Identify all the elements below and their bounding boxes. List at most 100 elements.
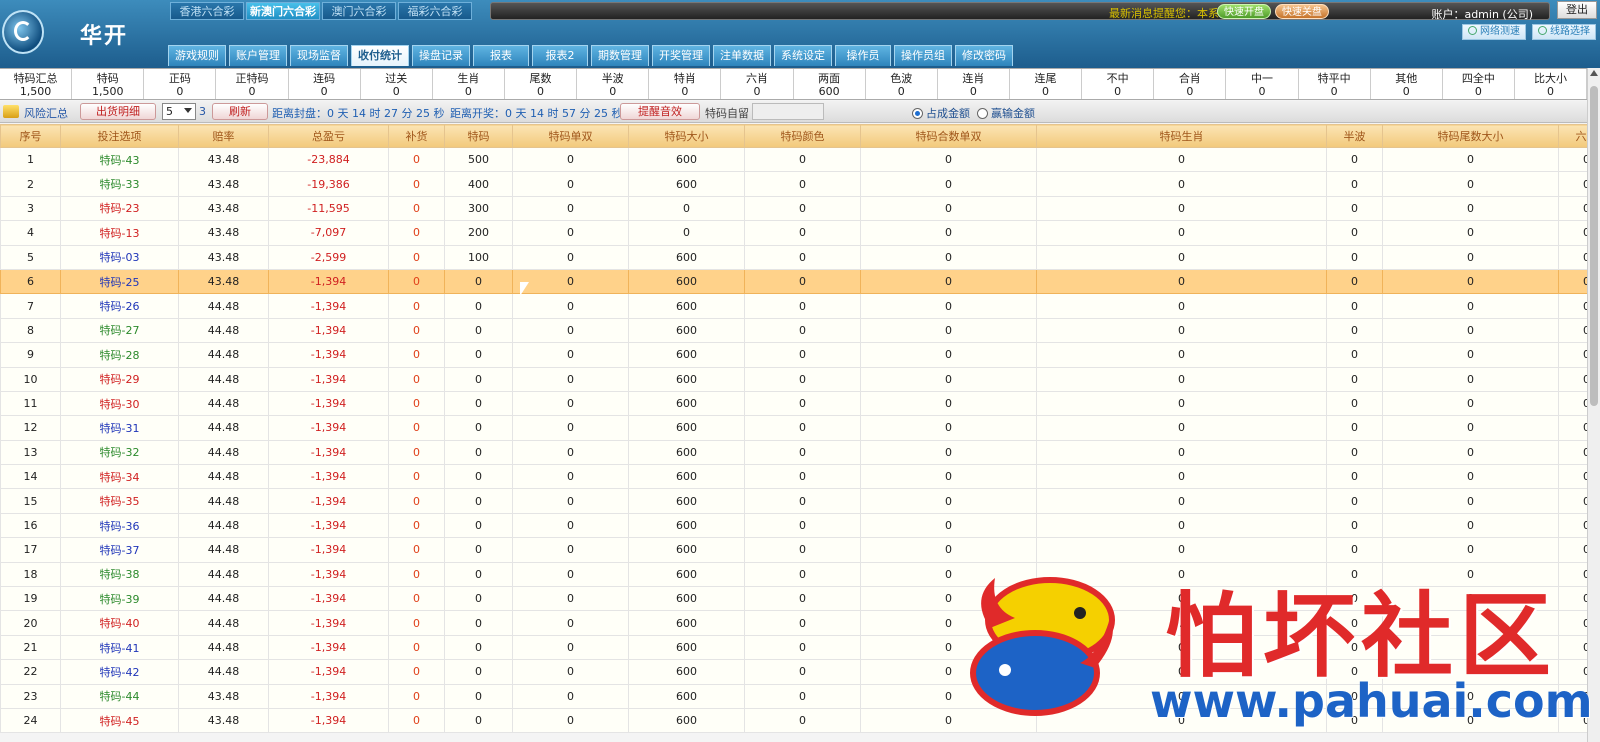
menu-system-settings[interactable]: 系统设定 xyxy=(774,45,832,66)
summary-cell[interactable]: 特码汇总 1,500 xyxy=(0,69,73,99)
table-row[interactable]: 3特码-2343.48-11,59503000000000000 xyxy=(0,195,1587,222)
summary-cell[interactable]: 尾数 0 xyxy=(505,69,578,99)
menu-period-management[interactable]: 期数管理 xyxy=(591,45,649,66)
table-row[interactable]: 10特码-2944.48-1,39400060000000000 xyxy=(0,366,1587,392)
summary-cell[interactable]: 特肖 0 xyxy=(649,69,722,99)
menu-operators[interactable]: 操作员 xyxy=(835,45,891,66)
summary-label: 色波 xyxy=(890,72,913,85)
summary-cell[interactable]: 特平中 0 xyxy=(1299,69,1371,99)
summary-cell[interactable]: 连尾 0 xyxy=(1010,69,1083,99)
summary-cell[interactable]: 中一 0 xyxy=(1226,69,1299,99)
tab-new-macau-lottery[interactable]: 新澳门六合彩 xyxy=(246,2,320,20)
cell-value: 0 xyxy=(1382,707,1559,734)
summary-cell[interactable]: 两面 600 xyxy=(794,69,866,99)
menu-bet-data[interactable]: 注单数据 xyxy=(713,45,771,66)
table-row[interactable]: 17特码-3744.48-1,39400060000000000 xyxy=(0,537,1587,563)
menu-live-monitor[interactable]: 现场监督 xyxy=(290,45,348,66)
summary-cell[interactable]: 不中 0 xyxy=(1082,69,1155,99)
table-row[interactable]: 16特码-3644.48-1,39400060000000000 xyxy=(0,512,1587,539)
risk-summary-label[interactable]: 风险汇总 xyxy=(24,105,68,121)
self-keep-input[interactable] xyxy=(752,103,824,120)
cell-value: 0 xyxy=(860,512,1037,539)
profit-loss: -1,394 xyxy=(268,317,389,344)
logout-button[interactable]: 登出 xyxy=(1557,1,1597,19)
table-row[interactable]: 19特码-3944.48-1,39400060000000000 xyxy=(0,586,1587,612)
cell-value: 0 xyxy=(1382,268,1559,295)
row-number: 7 xyxy=(0,293,61,319)
menu-operator-groups[interactable]: 操作员组 xyxy=(894,45,952,66)
table-row[interactable]: 14特码-3444.48-1,39400060000000000 xyxy=(0,464,1587,490)
scroll-up-icon[interactable] xyxy=(1590,70,1598,76)
summary-cell[interactable]: 比大小 0 xyxy=(1515,69,1588,99)
table-row[interactable]: 9特码-2844.48-1,39400060000000000 xyxy=(0,342,1587,368)
scrollbar[interactable] xyxy=(1587,68,1600,742)
menu-game-rules[interactable]: 游戏规则 xyxy=(168,45,226,66)
summary-cell[interactable]: 合肖 0 xyxy=(1154,69,1227,99)
summary-cell[interactable]: 过关 0 xyxy=(361,69,433,99)
summary-label: 生肖 xyxy=(457,72,480,85)
cell-value: 0 xyxy=(1326,634,1383,661)
tab-macau-lottery[interactable]: 澳门六合彩 xyxy=(322,2,396,20)
table-row[interactable]: 20特码-4044.48-1,39400060000000000 xyxy=(0,610,1587,636)
summary-cell[interactable]: 其他 0 xyxy=(1371,69,1443,99)
summary-cell[interactable]: 连肖 0 xyxy=(938,69,1010,99)
menu-change-password[interactable]: 修改密码 xyxy=(955,45,1013,66)
menu-operation-log[interactable]: 操盘记录 xyxy=(412,45,470,66)
summary-cell[interactable]: 六肖 0 xyxy=(721,69,794,99)
table-row[interactable]: 1特码-4343.48-23,8840500060000000000 xyxy=(0,146,1587,173)
table-row[interactable]: 8特码-2744.48-1,39400060000000000 xyxy=(0,317,1587,344)
table-row[interactable]: 23特码-4443.48-1,39400060000000000 xyxy=(0,683,1587,709)
table-row[interactable]: 15特码-3544.48-1,39400060000000000 xyxy=(0,488,1587,514)
table-row[interactable]: 21特码-4144.48-1,39400060000000000 xyxy=(0,634,1587,661)
radio-winloss-amount[interactable]: 赢输金额 xyxy=(977,105,1035,121)
table-row[interactable]: 7特码-2644.48-1,39400060000000000 xyxy=(0,293,1587,319)
menu-reports[interactable]: 报表 xyxy=(473,45,529,66)
refill-value: 0 xyxy=(388,195,445,222)
tab-welfare-lottery[interactable]: 福彩六合彩 xyxy=(398,2,472,20)
profit-loss: -1,394 xyxy=(268,293,389,319)
cell-value: 0 xyxy=(744,317,861,344)
table-row[interactable]: 2特码-3343.48-19,3860400060000000000 xyxy=(0,171,1587,197)
summary-cell[interactable]: 四全中 0 xyxy=(1443,69,1515,99)
line-select-link[interactable]: 线路选择 xyxy=(1532,24,1596,40)
radio-share-amount[interactable]: 占成金额 xyxy=(912,105,970,121)
menu-reports-2[interactable]: 报表2 xyxy=(532,45,588,66)
row-number: 16 xyxy=(0,512,61,539)
table-row[interactable]: 5特码-0343.48-2,5990100060000000000 xyxy=(0,244,1587,270)
summary-cell[interactable]: 连码 0 xyxy=(289,69,361,99)
menu-draw-management[interactable]: 开奖管理 xyxy=(652,45,710,66)
rows-select[interactable]: 5 xyxy=(162,103,196,120)
table-row[interactable]: 24特码-4543.48-1,39400060000000000 xyxy=(0,707,1587,734)
scroll-thumb[interactable] xyxy=(1590,86,1598,406)
menu-payment-stats[interactable]: 收付统计 xyxy=(351,45,409,66)
odds-value: 44.48 xyxy=(178,317,269,344)
table-row[interactable]: 11特码-3044.48-1,39400060000000000 xyxy=(0,390,1587,417)
refill-value: 0 xyxy=(388,171,445,197)
table-row[interactable]: 22特码-4244.48-1,39400060000000000 xyxy=(0,659,1587,685)
table-row[interactable]: 6特码-2543.48-1,39400060000000000 xyxy=(0,268,1587,295)
alert-sound-button[interactable]: 提醒音效 xyxy=(620,103,700,120)
radio-dot-selected xyxy=(912,107,923,119)
refresh-button[interactable]: 刷新 xyxy=(212,103,268,120)
summary-cell[interactable]: 色波 0 xyxy=(866,69,938,99)
tab-hk-lottery[interactable]: 香港六合彩 xyxy=(170,2,244,20)
quick-close-button[interactable]: 快速关盘 xyxy=(1275,4,1329,19)
cell-value: 0 xyxy=(444,464,513,490)
menu-account-management[interactable]: 账户管理 xyxy=(229,45,287,66)
quick-open-button[interactable]: 快速开盘 xyxy=(1217,4,1271,19)
shipment-detail-button[interactable]: 出货明细 xyxy=(80,103,156,120)
table-row[interactable]: 18特码-3844.48-1,39400060000000000 xyxy=(0,561,1587,588)
cell-value: 0 xyxy=(512,390,629,417)
cell-value: 0 xyxy=(1558,415,1587,441)
summary-cell[interactable]: 特码 1,500 xyxy=(72,69,145,99)
summary-cell[interactable]: 正码 0 xyxy=(144,69,217,99)
table-row[interactable]: 12特码-3144.48-1,39400060000000000 xyxy=(0,415,1587,441)
bet-option: 特码-33 xyxy=(60,171,179,197)
table-row[interactable]: 4特码-1343.48-7,09702000000000000 xyxy=(0,220,1587,246)
summary-cell[interactable]: 生肖 0 xyxy=(433,69,505,99)
table-row[interactable]: 13特码-3244.48-1,39400060000000000 xyxy=(0,439,1587,466)
cell-value: 0 xyxy=(512,293,629,319)
summary-cell[interactable]: 半波 0 xyxy=(577,69,650,99)
summary-cell[interactable]: 正特码 0 xyxy=(216,69,289,99)
speed-test-link[interactable]: 网络测速 xyxy=(1462,24,1526,40)
